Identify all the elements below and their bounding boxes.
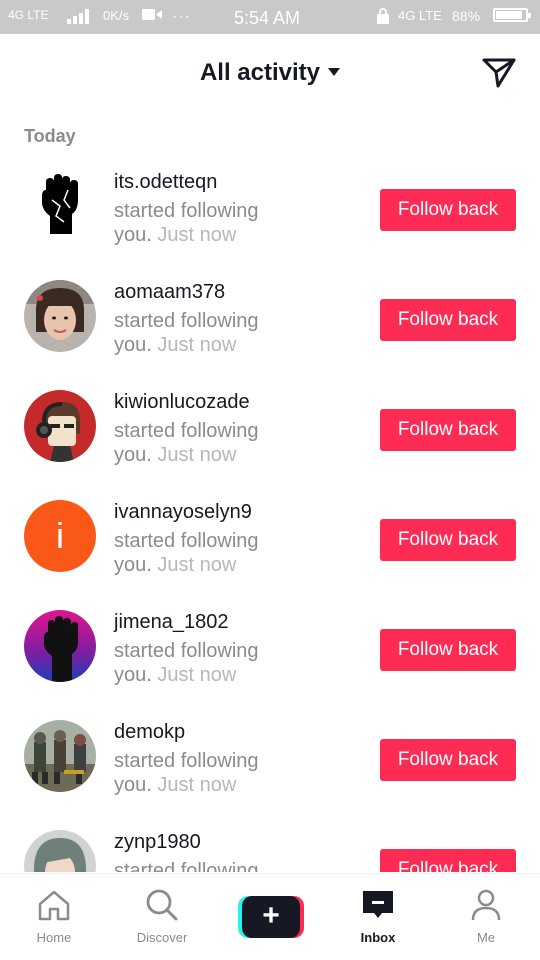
timestamp: Just now	[157, 334, 237, 356]
inbox-icon	[363, 891, 393, 918]
username[interactable]: zynp1980	[114, 831, 201, 854]
activity-description: started following you. Just now	[114, 419, 284, 467]
woman-photo-icon	[24, 830, 96, 872]
avatar[interactable]	[24, 830, 96, 872]
network-label-2: 4G LTE	[398, 8, 442, 23]
activity-text: started following you.	[114, 860, 259, 872]
username[interactable]: jimena_1802	[114, 611, 229, 634]
timestamp: Just now	[157, 554, 237, 576]
activity-description: started following you. Just now	[114, 309, 284, 357]
plus-icon: +	[262, 899, 280, 932]
activity-description: started following you.	[114, 859, 284, 872]
list-item: i ivannayoselyn9 started following you. …	[0, 482, 540, 592]
avatar[interactable]	[24, 280, 96, 352]
nav-discover[interactable]: Discover	[108, 874, 216, 960]
list-item: kiwionlucozade started following you. Ju…	[0, 372, 540, 482]
activity-filter-dropdown[interactable]: All activity	[0, 59, 540, 87]
avatar-letter: i	[56, 515, 64, 556]
list-item: aomaam378 started following you. Just no…	[0, 262, 540, 372]
activity-description: started following you. Just now	[114, 749, 284, 797]
avatar[interactable]: i	[24, 500, 96, 572]
caret-down-icon	[328, 68, 341, 76]
network-label: 4G LTE	[8, 8, 49, 22]
battery-percent: 88%	[452, 8, 481, 24]
fist-gradient-icon	[24, 610, 96, 682]
nav-label: Inbox	[360, 930, 396, 945]
section-label-today: Today	[24, 126, 76, 146]
more-dots-icon: ···	[172, 8, 191, 25]
send-icon[interactable]	[481, 55, 517, 91]
header: All activity	[0, 34, 540, 114]
username[interactable]: its.odetteqn	[114, 171, 217, 194]
list-item: demokp started following you. Just now F…	[0, 702, 540, 812]
activity-description: started following you. Just now	[114, 529, 284, 577]
nav-label: Me	[476, 930, 496, 945]
girl-photo-icon	[24, 280, 96, 352]
timestamp: Just now	[157, 664, 237, 686]
username[interactable]: kiwionlucozade	[114, 391, 250, 414]
avatar[interactable]	[24, 610, 96, 682]
page-title: All activity	[199, 59, 321, 86]
timestamp: Just now	[157, 224, 237, 246]
nav-home[interactable]: Home	[0, 874, 108, 960]
search-icon	[146, 889, 178, 921]
video-icon	[142, 9, 162, 20]
follow-back-button[interactable]: Follow back	[380, 629, 516, 671]
raised-fist-icon	[24, 170, 96, 242]
signal-icon	[67, 9, 89, 24]
username[interactable]: aomaam378	[114, 281, 225, 304]
username[interactable]: ivannayoselyn9	[114, 501, 252, 524]
avatar[interactable]	[24, 390, 96, 462]
nav-label: Home	[36, 930, 72, 945]
clock: 5:54 AM	[234, 8, 301, 28]
username[interactable]: demokp	[114, 721, 185, 744]
data-speed: 0K/s	[103, 8, 130, 23]
create-button[interactable]: +	[238, 896, 304, 938]
timestamp: Just now	[157, 444, 237, 466]
bottom-nav: Home Discover + Inbox Me	[0, 873, 540, 960]
cartoon-headphones-icon	[24, 390, 96, 462]
follow-back-button[interactable]: Follow back	[380, 189, 516, 231]
activity-description: started following you. Just now	[114, 639, 284, 687]
nav-label: Discover	[136, 930, 188, 945]
person-icon	[471, 889, 501, 921]
list-item: zynp1980 started following you. Follow b…	[0, 812, 540, 872]
nav-inbox[interactable]: Inbox	[324, 874, 432, 960]
avatar[interactable]	[24, 170, 96, 242]
activity-list: its.odetteqn started following you. Just…	[0, 152, 540, 872]
status-bar: 4G LTE 0K/s ··· 5:54 AM 4G LTE 88%	[0, 0, 540, 34]
letter-avatar-icon: i	[24, 500, 96, 572]
follow-back-button[interactable]: Follow back	[380, 849, 516, 872]
activity-description: started following you. Just now	[114, 199, 284, 247]
game-soldiers-icon	[24, 720, 96, 792]
nav-me[interactable]: Me	[432, 874, 540, 960]
follow-back-button[interactable]: Follow back	[380, 409, 516, 451]
list-item: its.odetteqn started following you. Just…	[0, 152, 540, 262]
list-item: jimena_1802 started following you. Just …	[0, 592, 540, 702]
follow-back-button[interactable]: Follow back	[380, 519, 516, 561]
battery-icon	[493, 8, 531, 22]
avatar[interactable]	[24, 720, 96, 792]
timestamp: Just now	[157, 774, 237, 796]
follow-back-button[interactable]: Follow back	[380, 299, 516, 341]
follow-back-button[interactable]: Follow back	[380, 739, 516, 781]
home-icon	[38, 890, 70, 921]
lock-icon	[377, 8, 389, 24]
